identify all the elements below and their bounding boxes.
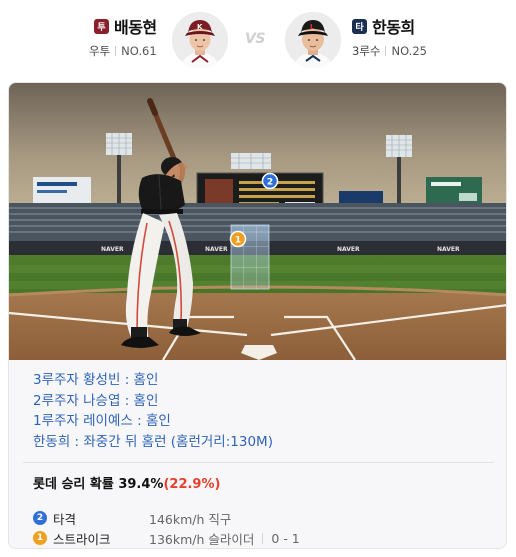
win-probability-delta: (22.9%) xyxy=(163,477,221,492)
win-probability-label: 롯데 승리 확률 xyxy=(33,477,114,492)
batter-position: 3루수 xyxy=(352,44,381,58)
pitch-marker-1[interactable]: 1 xyxy=(229,230,247,248)
pitch-detail: 146km/h 직구 xyxy=(149,511,232,527)
pitch-number-badge: 1 xyxy=(33,531,47,545)
pitch-row: 2 타격 146km/h 직구 xyxy=(33,508,300,528)
event-item: 2루주자 나승엽 : 홈인 xyxy=(33,392,159,409)
pitch-result: 스트라이크 xyxy=(53,531,111,547)
pitch-result: 타격 xyxy=(53,511,77,527)
svg-text:K: K xyxy=(197,23,203,31)
divider xyxy=(115,46,117,56)
svg-text:L: L xyxy=(310,23,315,31)
pitch-list: 2 타격 146km/h 직구 1 스트라이크 136km/h 슬라이더 0 -… xyxy=(33,508,300,548)
wall-sign: NAVER xyxy=(437,246,460,253)
event-item: 한동희 : 좌중간 뒤 홈런 (홈런거리:130M) xyxy=(33,433,273,450)
svg-text:1: 1 xyxy=(235,236,241,246)
divider xyxy=(385,46,387,56)
wall-sign: NAVER xyxy=(205,246,228,253)
batter-info: 타 한동희 3루수 NO.25 xyxy=(352,14,427,59)
divider xyxy=(262,532,264,544)
pitcher-photo: K xyxy=(172,12,228,68)
batter-avatar[interactable]: L xyxy=(285,12,341,68)
stadium-illustration: NAVER NAVER NAVER NAVER 2 1 xyxy=(9,83,506,361)
batter-name[interactable]: 한동희 xyxy=(372,14,415,38)
wall-sign: NAVER xyxy=(337,246,360,253)
svg-text:2: 2 xyxy=(267,178,273,188)
vs-label: VS xyxy=(245,31,265,47)
pitch-number-badge: 2 xyxy=(33,511,47,525)
pitch-count: 0 - 1 xyxy=(271,530,300,546)
divider xyxy=(23,462,494,463)
pitcher-position: 우투 xyxy=(89,44,111,58)
win-probability-value: 39.4% xyxy=(118,477,164,492)
event-item: 1루주자 레이예스 : 홈인 xyxy=(33,413,171,430)
play-card: NAVER NAVER NAVER NAVER 2 1 3루주자 황성빈: 홈… xyxy=(8,82,507,549)
light-tower-center xyxy=(231,153,271,169)
play-info: 3루주자 황성빈 : 홈인 2루주자 나승엽 : 홈인 1루주자 레이예스 : … xyxy=(9,360,506,548)
stadium-view: NAVER NAVER NAVER NAVER 2 1 xyxy=(9,83,506,361)
pitcher-avatar[interactable]: K xyxy=(172,12,228,68)
wall-sign: NAVER xyxy=(101,246,124,253)
pitcher-name[interactable]: 배동현 xyxy=(114,14,157,38)
event-list: 3루주자 황성빈 : 홈인 2루주자 나승엽 : 홈인 1루주자 레이예스 : … xyxy=(33,370,273,452)
pitcher-info: 투 배동현 우투 NO.61 xyxy=(89,14,157,59)
batter-number: NO.25 xyxy=(391,44,427,58)
win-probability: 롯데 승리 확률 39.4%(22.9%) xyxy=(33,473,220,492)
pitch-row: 1 스트라이크 136km/h 슬라이더 0 - 1 xyxy=(33,528,300,548)
matchup-header: 투 배동현 우투 NO.61 K VS L 타 한동희 3루수 NO.25 xyxy=(0,0,516,78)
batter-photo: L xyxy=(285,12,341,68)
pitcher-role-badge: 투 xyxy=(93,18,109,34)
pitch-marker-2[interactable]: 2 xyxy=(261,172,279,190)
event-item: 3루주자 황성빈 : 홈인 xyxy=(33,372,159,388)
batter-role-badge: 타 xyxy=(352,18,367,34)
pitcher-number: NO.61 xyxy=(121,44,157,58)
pitch-detail: 136km/h 슬라이더 xyxy=(149,531,255,547)
